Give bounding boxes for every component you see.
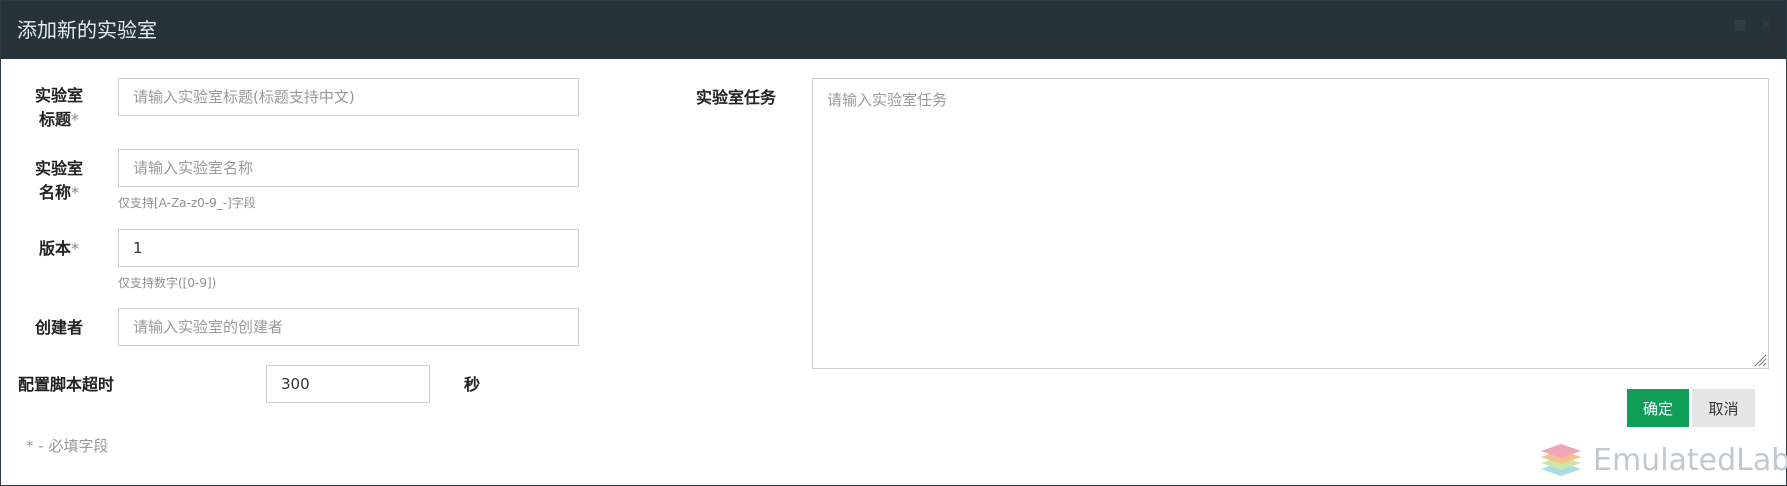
modal-title: 添加新的实验室: [17, 18, 157, 42]
add-lab-modal: 添加新的实验室 ■ ✕ 实验室 标题* 实验室 名称* 仅支持[A-Za-z0-…: [0, 0, 1787, 486]
lab-name-input[interactable]: [118, 149, 579, 187]
lab-name-label: 实验室 名称*: [31, 157, 87, 205]
version-label: 版本*: [31, 237, 87, 261]
lab-title-label: 实验室 标题*: [31, 84, 87, 132]
logo-text: EmulatedLab: [1593, 443, 1787, 478]
timeout-unit: 秒: [464, 375, 481, 394]
layers-logo-icon: [1541, 443, 1581, 476]
resize-handle-icon[interactable]: [1753, 353, 1767, 367]
maximize-icon[interactable]: ■: [1732, 17, 1748, 33]
modal-header: 添加新的实验室 ■ ✕: [1, 1, 1786, 59]
emulatedlab-logo: EmulatedLab: [1539, 443, 1787, 478]
lab-title-label-line1: 实验室: [34, 86, 83, 105]
required-mark: *: [71, 110, 79, 129]
timeout-label: 配置脚本超时: [18, 375, 115, 394]
version-label-text: 版本: [38, 239, 71, 258]
confirm-button[interactable]: 确定: [1627, 389, 1689, 427]
close-icon[interactable]: ✕: [1758, 17, 1774, 33]
lab-name-label-line2: 名称*: [31, 181, 87, 205]
required-mark: *: [71, 183, 79, 202]
version-input[interactable]: [118, 229, 579, 267]
required-mark: *: [71, 239, 79, 258]
required-footnote: * - 必填字段: [26, 437, 109, 455]
cancel-button[interactable]: 取消: [1692, 389, 1755, 427]
lab-title-label-text: 标题: [38, 110, 71, 129]
lab-title-input[interactable]: [118, 78, 579, 116]
header-controls: ■ ✕: [1732, 17, 1774, 33]
lab-name-label-text: 名称: [38, 183, 71, 202]
version-hint: 仅支持数字([0-9]): [118, 276, 217, 290]
creator-input[interactable]: [118, 308, 579, 346]
lab-task-textarea[interactable]: [812, 78, 1769, 369]
lab-name-hint: 仅支持[A-Za-z0-9_-]字段: [118, 196, 256, 210]
lab-task-label: 实验室任务: [696, 88, 777, 107]
timeout-input[interactable]: [266, 365, 430, 403]
creator-label: 创建者: [34, 318, 83, 337]
lab-title-label-line2: 标题*: [31, 108, 87, 132]
lab-name-label-line1: 实验室: [34, 159, 83, 178]
